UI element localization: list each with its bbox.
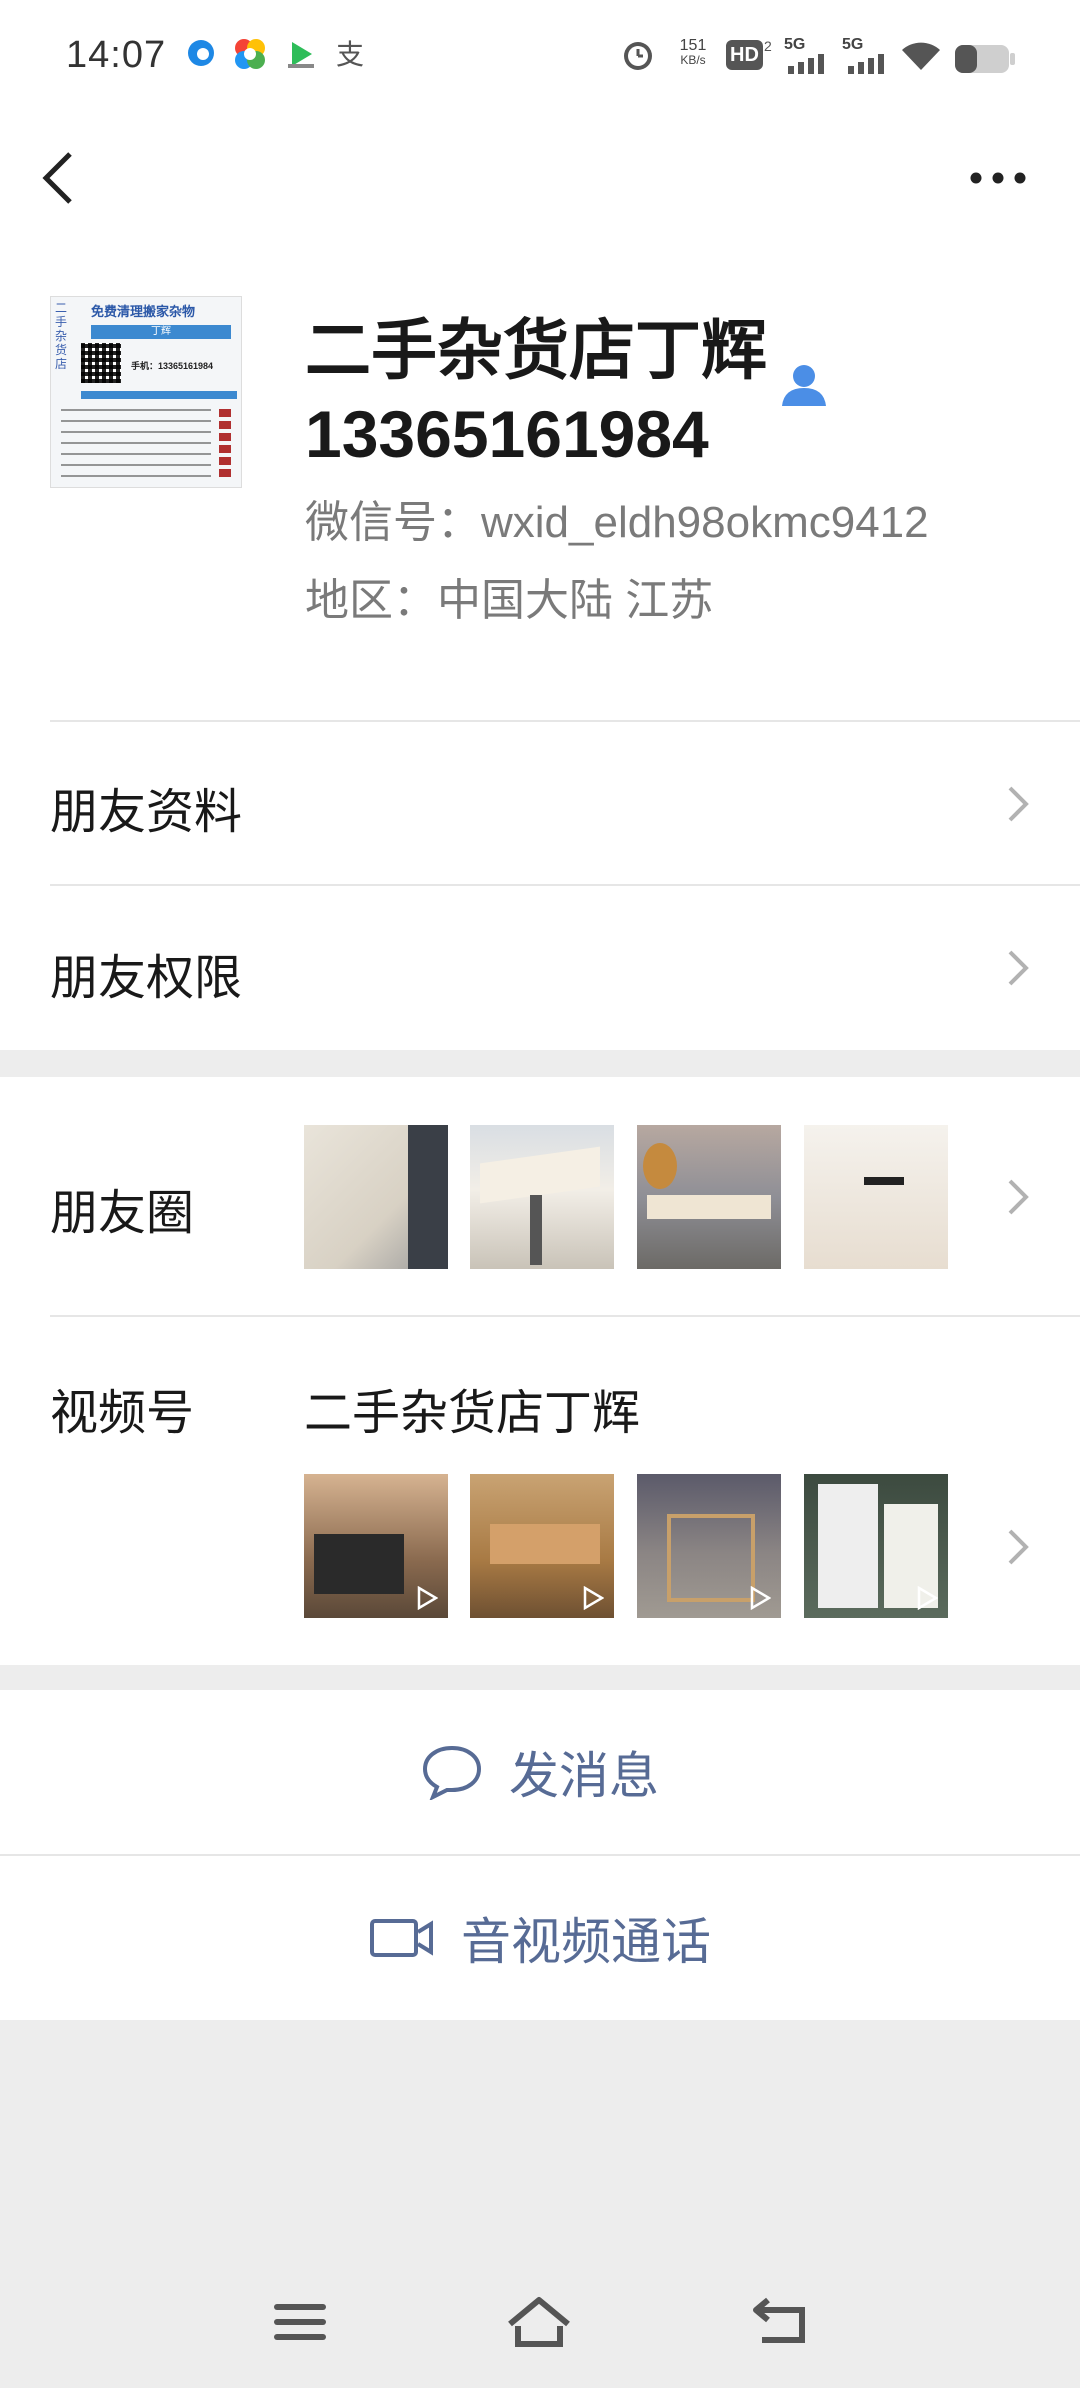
- video-call-label: 音视频通话: [461, 1914, 711, 1970]
- contact-person-icon[interactable]: [780, 360, 828, 408]
- channel-video-thumbnail: [637, 1474, 781, 1618]
- channel-video-thumbnail: [470, 1474, 614, 1618]
- avatar-title: 免费清理搬家杂物: [91, 304, 196, 319]
- menu-icon[interactable]: [274, 2302, 326, 2342]
- send-message-label: 发消息: [509, 1748, 659, 1804]
- region: 地区：中国大陆 江苏: [305, 576, 714, 625]
- chevron-right-icon: [1008, 950, 1029, 986]
- top-bar: [0, 118, 1080, 288]
- moments-thumbnail: [804, 1125, 948, 1269]
- chevron-right-icon: [1008, 786, 1029, 822]
- channel-video-thumbnail: [304, 1474, 448, 1618]
- system-nav-bar: [0, 2260, 1080, 2388]
- avatar-tag: 丁辉: [151, 326, 171, 337]
- video-app-icon: [288, 42, 314, 68]
- video-call-button[interactable]: 音视频通话: [0, 1856, 1080, 2020]
- signal1-bars-icon: [788, 54, 824, 74]
- avatar-tag-bar: 丁辉: [91, 325, 231, 339]
- friend-info-label: 朋友资料: [50, 786, 243, 839]
- battery-icon: [955, 45, 1015, 73]
- net-speed: 151 KB/s: [668, 38, 718, 68]
- send-message-inner: 发消息: [0, 1690, 1080, 1854]
- net-speed-unit: KB/s: [680, 53, 706, 67]
- avatar-red-text: [219, 409, 231, 479]
- channels-label: 视频号: [50, 1387, 195, 1440]
- moments-label: 朋友圈: [50, 1187, 195, 1240]
- send-message-button[interactable]: 发消息: [0, 1690, 1080, 1854]
- channels-row[interactable]: 视频号 二手杂货店丁辉: [0, 1317, 1080, 1665]
- moments-row[interactable]: 朋友圈: [0, 1077, 1080, 1317]
- avatar-qr-code: [81, 343, 121, 383]
- moments-thumbnail: [637, 1125, 781, 1269]
- play-icon: [583, 1586, 604, 1610]
- alipay-icon: 支: [336, 38, 364, 70]
- wechat-id: 微信号：wxid_eldh98okmc9412: [305, 498, 929, 547]
- play-icon: [417, 1586, 438, 1610]
- avatar-text-lines: [61, 409, 211, 479]
- friend-permissions-label: 朋友权限: [50, 952, 243, 1005]
- signal1-label: 5G: [784, 36, 806, 53]
- signal2-label: 5G: [842, 36, 864, 53]
- avatar-phone: 手机：13365161984: [131, 361, 214, 371]
- avatar[interactable]: 二手杂货店 免费清理搬家杂物 丁辉 手机：13365161984: [50, 296, 242, 488]
- signal2-bars-icon: [848, 54, 884, 74]
- channel-video-thumbnail: [804, 1474, 948, 1618]
- moments-thumbnail: [304, 1125, 448, 1269]
- profile-section: 二手杂货店 免费清理搬家杂物 丁辉 手机：13365161984 二手杂货店 丁辉…: [0, 288, 1080, 720]
- more-options-icon[interactable]: [968, 170, 1028, 186]
- chevron-right-icon: [1008, 1529, 1029, 1565]
- svg-text:支: 支: [336, 38, 364, 70]
- net-speed-value: 151: [679, 37, 707, 54]
- status-time: 14:07: [66, 34, 167, 76]
- friend-info-row[interactable]: 朋友资料: [0, 722, 1080, 886]
- play-icon: [917, 1586, 938, 1610]
- avatar-side-text: 二手杂货店: [55, 301, 68, 371]
- play-icon: [750, 1586, 771, 1610]
- video-camera-icon: [370, 1919, 433, 1957]
- back-nav-icon[interactable]: [752, 2296, 810, 2346]
- edge-browser-icon: [188, 40, 214, 66]
- home-icon[interactable]: [506, 2294, 572, 2350]
- moments-thumbnail: [470, 1125, 614, 1269]
- back-icon[interactable]: [38, 148, 78, 208]
- chevron-right-icon: [1008, 1179, 1029, 1215]
- video-call-inner: 音视频通话: [0, 1856, 1080, 2020]
- chat-bubble-icon: [422, 1745, 482, 1800]
- status-bar: 14:07 支 151 KB/s HD 2 5G 5G: [0, 0, 1080, 118]
- alarm-icon: [624, 42, 652, 70]
- channels-name: 二手杂货店丁辉: [304, 1387, 641, 1440]
- multicolor-app-icon: [235, 39, 265, 69]
- avatar-stripe: [81, 391, 237, 399]
- hd-sub: 2: [764, 38, 772, 54]
- friend-permissions-row[interactable]: 朋友权限: [0, 886, 1080, 1050]
- hd-badge: HD: [726, 40, 763, 70]
- wifi-icon: [902, 42, 940, 70]
